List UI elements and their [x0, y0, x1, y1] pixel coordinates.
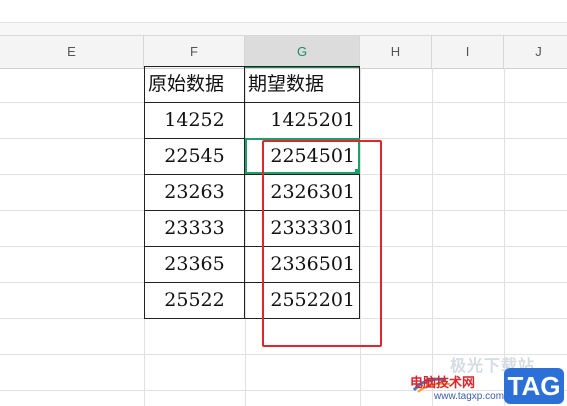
column-header-i[interactable]: I	[432, 36, 504, 68]
column-header-e[interactable]: E	[0, 36, 144, 68]
fill-handle[interactable]	[355, 169, 360, 174]
column-header-g[interactable]: G	[245, 36, 360, 68]
cell-expected[interactable]: 2254501	[245, 139, 360, 175]
cell-original[interactable]: 23263	[144, 175, 245, 211]
tag-logo: TAG	[504, 368, 564, 404]
column-header-h[interactable]: H	[360, 36, 432, 68]
cell-expected[interactable]: 2326301	[245, 175, 360, 211]
column-header-row: E F G H I J	[0, 36, 567, 69]
cell-original[interactable]: 23365	[144, 247, 245, 283]
watermark: 极光下载站 电脑技术网 www.tagxp.com TAG	[410, 350, 567, 406]
cell-expected[interactable]: 2552201	[245, 283, 360, 319]
cell-original[interactable]: 22545	[144, 139, 245, 175]
cell-original[interactable]: 14252	[144, 103, 245, 139]
header-cell-original[interactable]: 原始数据	[144, 66, 245, 103]
toolbar-area	[0, 0, 567, 23]
formula-bar-area	[0, 23, 567, 36]
cell-expected[interactable]: 2333301	[245, 211, 360, 247]
cell-original[interactable]: 23333	[144, 211, 245, 247]
cell-original[interactable]: 25522	[144, 283, 245, 319]
header-cell-expected[interactable]: 期望数据	[245, 66, 360, 103]
column-header-j[interactable]: J	[504, 36, 567, 68]
cell-expected[interactable]: 1425201	[245, 103, 360, 139]
cell-expected[interactable]: 2336501	[245, 247, 360, 283]
column-header-f[interactable]: F	[144, 36, 245, 68]
watermark-site-name: 电脑技术网	[410, 376, 476, 391]
watermark-url: www.tagxp.com	[434, 391, 505, 402]
